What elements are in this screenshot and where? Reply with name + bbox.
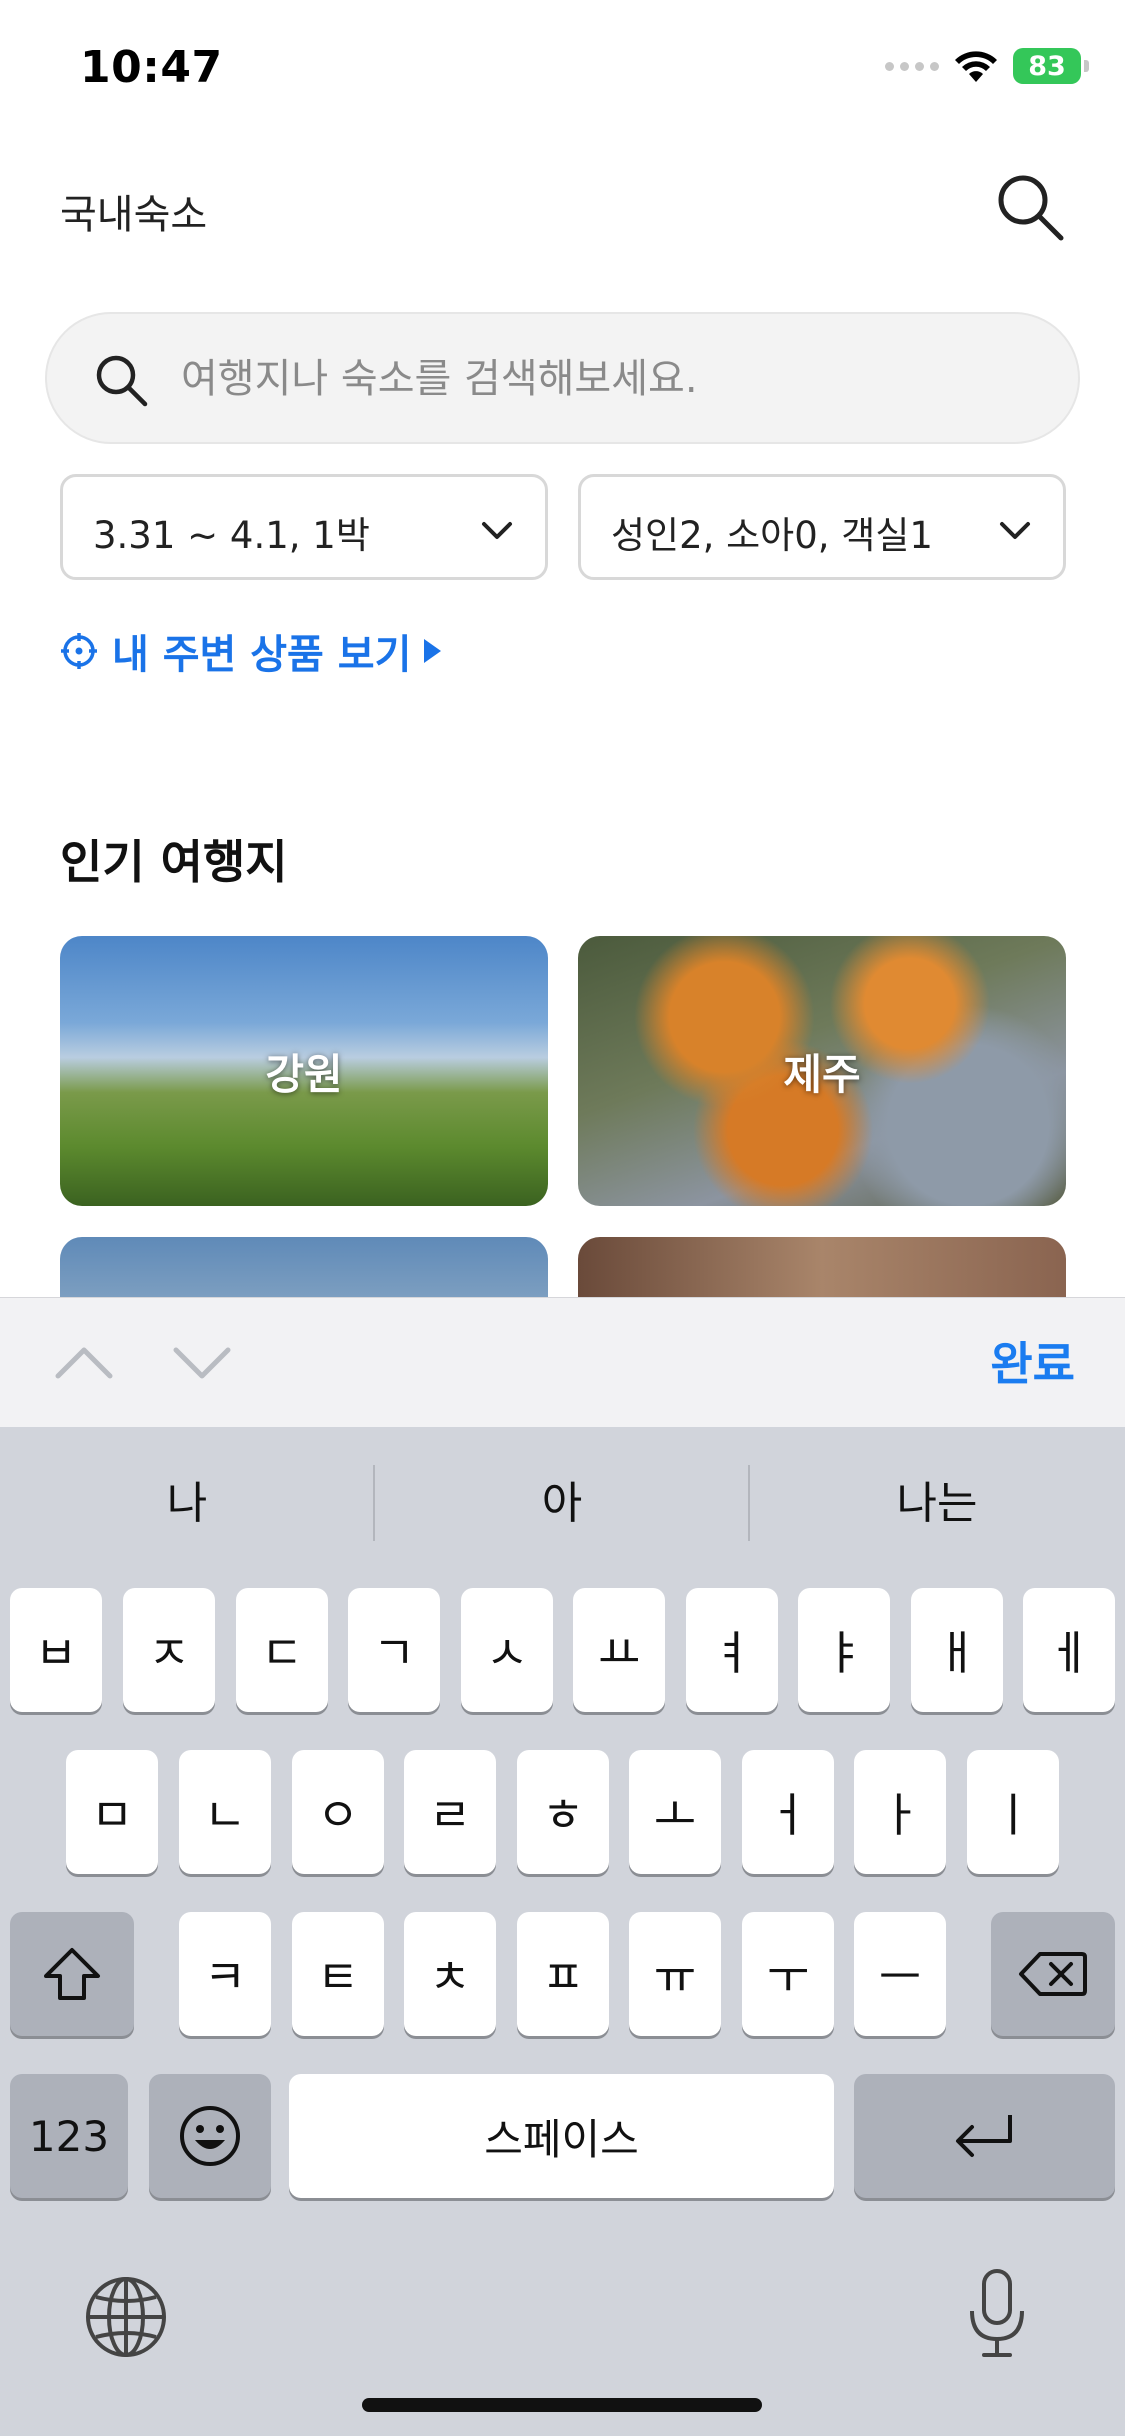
nearby-label: 내 주변 상품 보기 xyxy=(112,632,412,678)
key[interactable]: ㅊ xyxy=(404,1912,496,2036)
key[interactable]: ㅍ xyxy=(517,1912,609,2036)
key[interactable]: ㅑ xyxy=(798,1588,890,1712)
key[interactable]: ㄹ xyxy=(404,1750,496,1874)
battery-indicator: 83 xyxy=(1013,48,1089,84)
nearby-products-link[interactable]: 내 주변 상품 보기 xyxy=(60,622,443,680)
key[interactable]: ㅡ xyxy=(854,1912,946,2036)
key[interactable]: ㅗ xyxy=(629,1750,721,1874)
destination-card-jeju[interactable]: 제주 xyxy=(578,936,1066,1206)
globe-icon[interactable] xyxy=(84,2275,168,2359)
section-title-popular: 인기 여행지 xyxy=(60,835,288,889)
key[interactable]: ㅈ xyxy=(123,1588,215,1712)
suggestion-bar: 나 아 나는 xyxy=(0,1427,1125,1577)
numbers-key[interactable]: 123 xyxy=(10,2074,128,2198)
search-icon[interactable] xyxy=(993,170,1067,244)
microphone-icon[interactable] xyxy=(964,2267,1030,2363)
suggestion-item[interactable]: 나 xyxy=(0,1467,374,1531)
keyboard: 나 아 나는 ㅂ ㅈ ㄷ ㄱ ㅅ ㅛ ㅕ ㅑ ㅐ ㅔ ㅁ ㄴ ㅇ ㄹ ㅎ ㅗ ㅓ… xyxy=(0,1427,1125,2436)
key[interactable]: ㅐ xyxy=(911,1588,1003,1712)
status-time: 10:47 xyxy=(80,42,223,93)
chevron-down-icon xyxy=(482,522,512,539)
key[interactable]: ㅁ xyxy=(66,1750,158,1874)
space-key[interactable]: 스페이스 xyxy=(289,2074,834,2198)
key[interactable]: ㅌ xyxy=(292,1912,384,2036)
date-value: 3.31 ~ 4.1, 1박 xyxy=(93,514,370,557)
return-key[interactable] xyxy=(854,2074,1115,2198)
shift-icon xyxy=(44,1948,100,2000)
search-input[interactable] xyxy=(181,344,1041,414)
cellular-signal-icon xyxy=(885,61,939,71)
shift-key[interactable] xyxy=(10,1912,134,2036)
status-indicators: 83 xyxy=(885,48,1089,84)
emoji-key[interactable] xyxy=(149,2074,271,2198)
home-indicator xyxy=(362,2398,762,2412)
locate-icon xyxy=(61,633,97,669)
guest-value: 성인2, 소아0, 객실1 xyxy=(611,514,933,557)
destination-label: 제주 xyxy=(783,1049,861,1099)
page-title: 국내숙소 xyxy=(60,192,208,238)
destination-card[interactable] xyxy=(578,1237,1066,1297)
keyboard-accessory-bar: 완료 xyxy=(0,1297,1125,1427)
suggestion-item[interactable]: 나는 xyxy=(750,1467,1124,1531)
wifi-icon xyxy=(955,51,997,82)
key[interactable]: ㅏ xyxy=(854,1750,946,1874)
key[interactable]: ㅎ xyxy=(517,1750,609,1874)
key[interactable]: ㅓ xyxy=(742,1750,834,1874)
backspace-icon xyxy=(1019,1952,1087,1996)
key[interactable]: ㅠ xyxy=(629,1912,721,2036)
key[interactable]: ㅂ xyxy=(10,1588,102,1712)
battery-level: 83 xyxy=(1028,50,1066,82)
chevron-down-icon[interactable] xyxy=(170,1338,234,1388)
key[interactable]: ㅜ xyxy=(742,1912,834,2036)
key[interactable]: ㅕ xyxy=(686,1588,778,1712)
key[interactable]: ㅇ xyxy=(292,1750,384,1874)
done-button[interactable]: 완료 xyxy=(990,1328,1075,1394)
emoji-icon xyxy=(180,2106,240,2166)
key[interactable]: ㅣ xyxy=(967,1750,1059,1874)
destination-label: 강원 xyxy=(265,1049,343,1099)
search-bar[interactable] xyxy=(45,312,1080,444)
caret-right-icon xyxy=(424,639,442,663)
chevron-up-icon[interactable] xyxy=(52,1338,116,1388)
date-selector[interactable]: 3.31 ~ 4.1, 1박 xyxy=(60,474,548,580)
search-icon xyxy=(96,355,148,407)
destination-card-gangwon[interactable]: 강원 xyxy=(60,936,548,1206)
guest-selector[interactable]: 성인2, 소아0, 객실1 xyxy=(578,474,1066,580)
delete-key[interactable] xyxy=(991,1912,1115,2036)
app-header: 국내숙소 xyxy=(0,160,1125,250)
key[interactable]: ㅔ xyxy=(1023,1588,1115,1712)
key[interactable]: ㄷ xyxy=(236,1588,328,1712)
return-icon xyxy=(955,2115,1012,2157)
key[interactable]: ㅅ xyxy=(461,1588,553,1712)
key[interactable]: ㄱ xyxy=(348,1588,440,1712)
destination-card[interactable] xyxy=(60,1237,548,1297)
status-bar: 10:47 83 xyxy=(0,0,1125,135)
key[interactable]: ㅛ xyxy=(573,1588,665,1712)
key[interactable]: ㄴ xyxy=(179,1750,271,1874)
chevron-down-icon xyxy=(1000,522,1030,539)
key[interactable]: ㅋ xyxy=(179,1912,271,2036)
suggestion-item[interactable]: 아 xyxy=(375,1467,749,1531)
